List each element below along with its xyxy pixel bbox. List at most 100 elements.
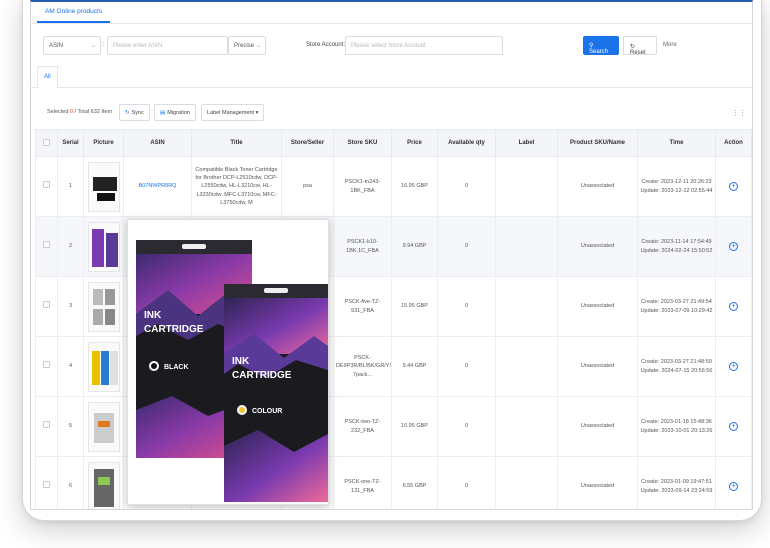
row-serial: 4	[57, 336, 84, 397]
reset-button-label: Reset	[630, 50, 646, 56]
store-account-label: Store Account:	[306, 42, 346, 48]
select-all-checkbox[interactable]	[35, 129, 58, 157]
sync-button[interactable]: ↻ Sync	[119, 104, 150, 121]
row-action: +	[715, 216, 752, 277]
table-header-row: Serial Picture ASIN Title Store/Seller S…	[35, 129, 752, 157]
row-action: +	[715, 456, 752, 509]
column-settings-icon[interactable]: ⋮⋮	[732, 109, 746, 117]
create-time: Create: 2023-11-14 17:54:49	[641, 239, 712, 246]
col-asin: ASIN	[123, 129, 192, 157]
product-thumbnail[interactable]	[87, 341, 120, 392]
row-serial: 2	[57, 216, 84, 277]
sync-label: Sync	[131, 110, 144, 116]
row-asin: B07NWPR8RQ	[123, 156, 192, 217]
row-time: Create: 2023-03-27 21:49:54 Update: 2023-…	[637, 276, 716, 337]
row-checkbox[interactable]	[35, 156, 58, 217]
match-select[interactable]: Precise ⌄	[228, 36, 266, 55]
row-product-sku: Unassociated	[557, 156, 638, 217]
add-circle-icon[interactable]: +	[729, 361, 738, 371]
reset-button[interactable]: ↻ Reset	[623, 36, 657, 56]
row-price: 16.95 GBP	[391, 156, 438, 217]
row-serial: 3	[57, 276, 84, 337]
product-thumbnail[interactable]	[87, 221, 120, 272]
row-checkbox[interactable]	[35, 216, 58, 277]
create-time: Create: 2023-03-27 21:49:54	[641, 299, 712, 306]
filter-bar: ASIN ⌄ : Please enter ASIN Precise ⌄ Sto…	[31, 36, 752, 58]
row-picture	[83, 216, 124, 277]
box2-title-line2: CARTRIDGE	[232, 370, 292, 381]
row-qty: 0	[437, 396, 496, 457]
migration-button[interactable]: ▤ Migration	[154, 104, 196, 121]
row-time: Create: 2023-01-18 15:48:36 Update: 2023-…	[637, 396, 716, 457]
update-time: Update: 2023-10-01 20:13:26	[640, 427, 713, 434]
subtab-bar: All	[31, 66, 752, 89]
label-management-label: Label Management	[207, 110, 255, 116]
row-checkbox[interactable]	[35, 276, 58, 337]
row-checkbox[interactable]	[35, 336, 58, 397]
asin-link[interactable]: B07NWPR8RQ	[139, 183, 177, 189]
add-circle-icon[interactable]: +	[729, 301, 738, 311]
add-circle-icon[interactable]: +	[729, 421, 738, 431]
field-select-value: ASIN	[49, 43, 64, 49]
table-toolbar: Selected 0 / Total 632 Item ↻ Sync ▤ Migra…	[31, 102, 752, 122]
row-seller: psa	[281, 156, 334, 217]
row-price: 10.95 GBP	[391, 396, 438, 457]
product-thumbnail[interactable]	[87, 161, 120, 212]
row-serial: 5	[57, 396, 84, 457]
row-time: Create: 2023-11-14 17:54:49 Update: 2024-…	[637, 216, 716, 277]
box2-color-label: COLOUR	[252, 408, 282, 415]
row-price: 9.94 GBP	[391, 216, 438, 277]
match-select-value: Precise	[234, 43, 255, 49]
row-picture	[83, 276, 124, 337]
row-store-sku: PSCK-two-TZ-232_FBA	[333, 396, 392, 457]
field-select[interactable]: ASIN ⌄	[43, 36, 101, 55]
store-account-select[interactable]: Please select Store Account	[345, 36, 503, 55]
add-circle-icon[interactable]: +	[729, 481, 738, 491]
chevron-down-icon: ⌄	[255, 43, 261, 49]
add-circle-icon[interactable]: +	[729, 241, 738, 251]
selected-prefix: Selected	[47, 109, 69, 115]
create-time: Create: 2023-03-27 21:48:59	[641, 359, 712, 366]
col-action: Action	[715, 129, 752, 157]
box1-color-label: BLACK	[164, 364, 189, 371]
update-time: Update: 2024-02-24 15:50:52	[640, 247, 713, 254]
row-label	[495, 156, 558, 217]
row-qty: 0	[437, 156, 496, 217]
row-serial: 6	[57, 456, 84, 509]
row-picture	[83, 396, 124, 457]
row-time: Create: 2023-01-09 19:47:51 Update: 2023-…	[637, 456, 716, 509]
box2-title-line1: INK	[232, 356, 250, 367]
col-picture: Picture	[83, 129, 124, 157]
image-preview-popup: INK CARTRIDGE BLACK INK CARTRIDGE COLOUR	[127, 219, 329, 505]
product-thumbnail[interactable]	[87, 281, 120, 332]
create-time: Create: 2023-12-11 20:26:23	[641, 179, 712, 186]
row-label	[495, 276, 558, 337]
update-time: Update: 2023-09-14 23:24:59	[640, 487, 713, 494]
sync-icon: ↻	[125, 110, 130, 116]
tab-am-online-products[interactable]: AM Online products	[37, 2, 111, 23]
row-label	[495, 336, 558, 397]
subtab-all[interactable]: All	[37, 66, 58, 89]
row-serial: 1	[57, 156, 84, 217]
product-thumbnail[interactable]	[87, 461, 120, 509]
row-product-sku: Unassociated	[557, 396, 638, 457]
search-button[interactable]: ⚲ Search	[583, 36, 619, 55]
row-checkbox[interactable]	[35, 456, 58, 509]
add-circle-icon[interactable]: +	[729, 181, 738, 191]
row-label	[495, 396, 558, 457]
row-picture	[83, 456, 124, 509]
box1-title-line2: CARTRIDGE	[144, 324, 204, 335]
ink-cartridge-product-image: INK CARTRIDGE BLACK INK CARTRIDGE COLOUR	[136, 240, 328, 502]
col-product-sku: Product SKU/Name	[557, 129, 638, 157]
more-link[interactable]: More	[663, 42, 677, 48]
product-thumbnail[interactable]	[87, 401, 120, 452]
update-time: Update: 2024-07-15 20:56:56	[640, 367, 713, 374]
row-checkbox[interactable]	[35, 396, 58, 457]
row-qty: 0	[437, 216, 496, 277]
label-management-button[interactable]: Label Management ▾	[201, 104, 265, 121]
app-screen: AM Online products ASIN ⌄ : Please enter…	[30, 0, 753, 510]
table-row[interactable]: 1 B07NWPR8RQ Compatible Black Toner Cart…	[35, 156, 752, 217]
row-store-sku: PSCK-DE9P3R/BL/BK/GR/Y/CL/SIL-7pack...	[333, 336, 392, 397]
row-time: Create: 2023-12-11 20:26:23 Update: 2023-…	[637, 156, 716, 217]
asin-input[interactable]: Please enter ASIN	[107, 36, 228, 55]
